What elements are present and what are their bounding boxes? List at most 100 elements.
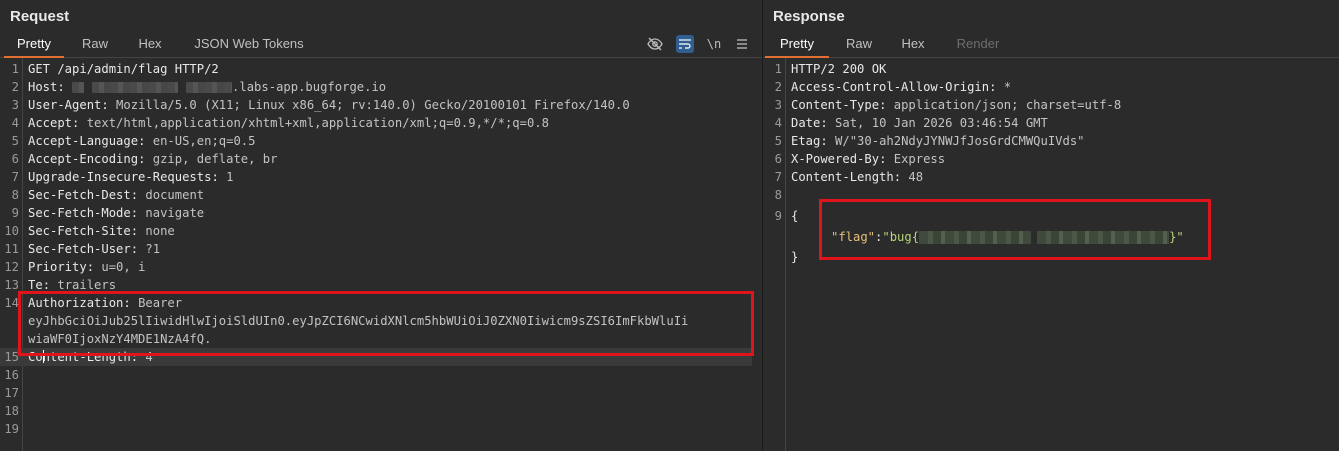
header-name: Accept-Language bbox=[28, 134, 139, 148]
header-name: Priority bbox=[28, 260, 87, 274]
code-line: 16 bbox=[0, 366, 762, 384]
tab-raw[interactable]: Raw bbox=[72, 33, 118, 56]
code-line: 5 Etag: W/"30-ah2NdyJYNWJfJosGrdCMWQuIVds… bbox=[763, 132, 1339, 150]
code-line: wiaWF0IjoxNzY4MDE1NzA4fQ. bbox=[0, 330, 762, 348]
header-value: trailers bbox=[50, 278, 117, 292]
header-value: en-US,en;q=0.5 bbox=[145, 134, 256, 148]
line-number: 8 bbox=[774, 188, 782, 202]
header-value: Express bbox=[886, 152, 946, 166]
request-editor[interactable]: 1 GET /api/admin/flag HTTP/2 2 Host: .labs… bbox=[0, 60, 762, 438]
header-value: * bbox=[996, 80, 1012, 94]
header-value: none bbox=[138, 224, 175, 238]
line-number: 6 bbox=[774, 152, 782, 166]
header-name: Access-Control-Allow-Origin bbox=[791, 80, 990, 94]
json-flag-prefix: "bug{ bbox=[882, 230, 920, 244]
code-line: 4 Date: Sat, 10 Jan 2026 03:46:54 GMT bbox=[763, 114, 1339, 132]
header-name: X-Powered-By bbox=[791, 152, 880, 166]
header-value: text/html,application/xhtml+xml,applicat… bbox=[79, 116, 549, 130]
code-line: 7 Upgrade-Insecure-Requests: 1 bbox=[0, 168, 762, 186]
code-line: 15 Content-Length: 4 bbox=[0, 348, 752, 366]
line-number: 7 bbox=[774, 170, 782, 184]
code-line: 11 Sec-Fetch-User: ?1 bbox=[0, 240, 762, 258]
line-number: 9 bbox=[11, 206, 19, 220]
tab-json-web-tokens[interactable]: JSON Web Tokens bbox=[184, 33, 314, 56]
line-number: 1 bbox=[11, 62, 19, 76]
redacted-host bbox=[72, 82, 85, 93]
redacted-host bbox=[186, 82, 233, 93]
request-line: GET /api/admin/flag HTTP/2 bbox=[28, 62, 219, 76]
header-name: Authorization bbox=[28, 296, 124, 310]
json-key-flag: "flag" bbox=[831, 230, 876, 244]
header-name: Te bbox=[28, 278, 43, 292]
line-number: 7 bbox=[11, 170, 19, 184]
code-line: 9 Sec-Fetch-Mode: navigate bbox=[0, 204, 762, 222]
line-number: 9 bbox=[774, 209, 782, 223]
header-value: document bbox=[138, 188, 205, 202]
line-number: 14 bbox=[4, 296, 19, 310]
line-number: 5 bbox=[774, 134, 782, 148]
response-tabs: Pretty Raw Hex Render bbox=[763, 33, 1339, 58]
response-editor[interactable]: 1 HTTP/2 200 OK 2 Access-Control-Allow-Ori… bbox=[763, 60, 1339, 268]
status-line: HTTP/2 200 OK bbox=[791, 62, 887, 76]
code-line: 18 bbox=[0, 402, 762, 420]
header-value: gzip, deflate, br bbox=[145, 152, 278, 166]
code-line: 2 Access-Control-Allow-Origin: * bbox=[763, 78, 1339, 96]
newline-toggle[interactable]: \n bbox=[705, 35, 723, 53]
tab-hex[interactable]: Hex bbox=[891, 33, 935, 56]
header-name: Upgrade-Insecure-Requests bbox=[28, 170, 212, 184]
header-name: Sec-Fetch-Dest bbox=[28, 188, 131, 202]
hamburger-menu-icon[interactable] bbox=[733, 35, 751, 53]
request-panel: Request Pretty Raw Hex JSON Web Tokens \… bbox=[0, 0, 762, 451]
code-line: 3 User-Agent: Mozilla/5.0 (X11; Linux x86… bbox=[0, 96, 762, 114]
redacted-flag bbox=[919, 231, 1032, 244]
header-name: Accept-Encoding bbox=[28, 152, 139, 166]
line-number: 16 bbox=[4, 368, 19, 382]
line-number: 2 bbox=[774, 80, 782, 94]
request-title: Request bbox=[10, 8, 70, 25]
header-name: Etag bbox=[791, 134, 821, 148]
code-line: 17 bbox=[0, 384, 762, 402]
code-line: 6 Accept-Encoding: gzip, deflate, br bbox=[0, 150, 762, 168]
json-flag-suffix: }" bbox=[1169, 230, 1184, 244]
header-value: Mozilla/5.0 (X11; Linux x86_64; rv:140.0… bbox=[108, 98, 630, 112]
line-number: 8 bbox=[11, 188, 19, 202]
line-number: 18 bbox=[4, 404, 19, 418]
line-number: 3 bbox=[11, 98, 19, 112]
code-line: 6 X-Powered-By: Express bbox=[763, 150, 1339, 168]
tab-pretty[interactable]: Pretty bbox=[4, 33, 64, 58]
line-number: 10 bbox=[4, 224, 19, 238]
redacted-flag bbox=[1037, 231, 1170, 244]
code-line: eyJhbGciOiJub25lIiwidHlwIjoiSldUIn0.eyJp… bbox=[0, 312, 762, 330]
jwt-token-part: wiaWF0IjoxNzY4MDE1NzA4fQ. bbox=[28, 332, 212, 346]
header-value: 4 bbox=[138, 350, 153, 364]
code-line: 12 Priority: u=0, i bbox=[0, 258, 762, 276]
code-line: 8 bbox=[763, 186, 1339, 204]
header-name: Content-Length bbox=[791, 170, 894, 184]
word-wrap-icon[interactable] bbox=[676, 35, 694, 53]
line-number: 2 bbox=[11, 80, 19, 94]
code-line: "flag":"bug{}" bbox=[763, 228, 1339, 246]
header-name: Sec-Fetch-User bbox=[28, 242, 131, 256]
tab-hex[interactable]: Hex bbox=[128, 33, 172, 56]
request-tabs: Pretty Raw Hex JSON Web Tokens \n bbox=[0, 33, 762, 58]
code-line: 13 Te: trailers bbox=[0, 276, 762, 294]
line-number: 19 bbox=[4, 422, 19, 436]
line-number: 4 bbox=[774, 116, 782, 130]
code-line: } bbox=[763, 246, 1339, 268]
json-close-brace: } bbox=[791, 250, 799, 264]
response-title: Response bbox=[773, 8, 845, 25]
header-value: Bearer bbox=[130, 296, 183, 310]
line-number: 6 bbox=[11, 152, 19, 166]
header-value: 1 bbox=[218, 170, 234, 184]
header-value: u=0, i bbox=[94, 260, 146, 274]
line-number: 1 bbox=[774, 62, 782, 76]
header-name: Accept bbox=[28, 116, 73, 130]
tab-raw[interactable]: Raw bbox=[837, 33, 881, 56]
code-line: 4 Accept: text/html,application/xhtml+xml… bbox=[0, 114, 762, 132]
eye-slash-icon[interactable] bbox=[646, 35, 664, 53]
tab-render[interactable]: Render bbox=[949, 33, 1007, 56]
line-number: 5 bbox=[11, 134, 19, 148]
redacted-host bbox=[92, 82, 179, 93]
header-value: ?1 bbox=[138, 242, 161, 256]
tab-pretty[interactable]: Pretty bbox=[765, 33, 829, 58]
